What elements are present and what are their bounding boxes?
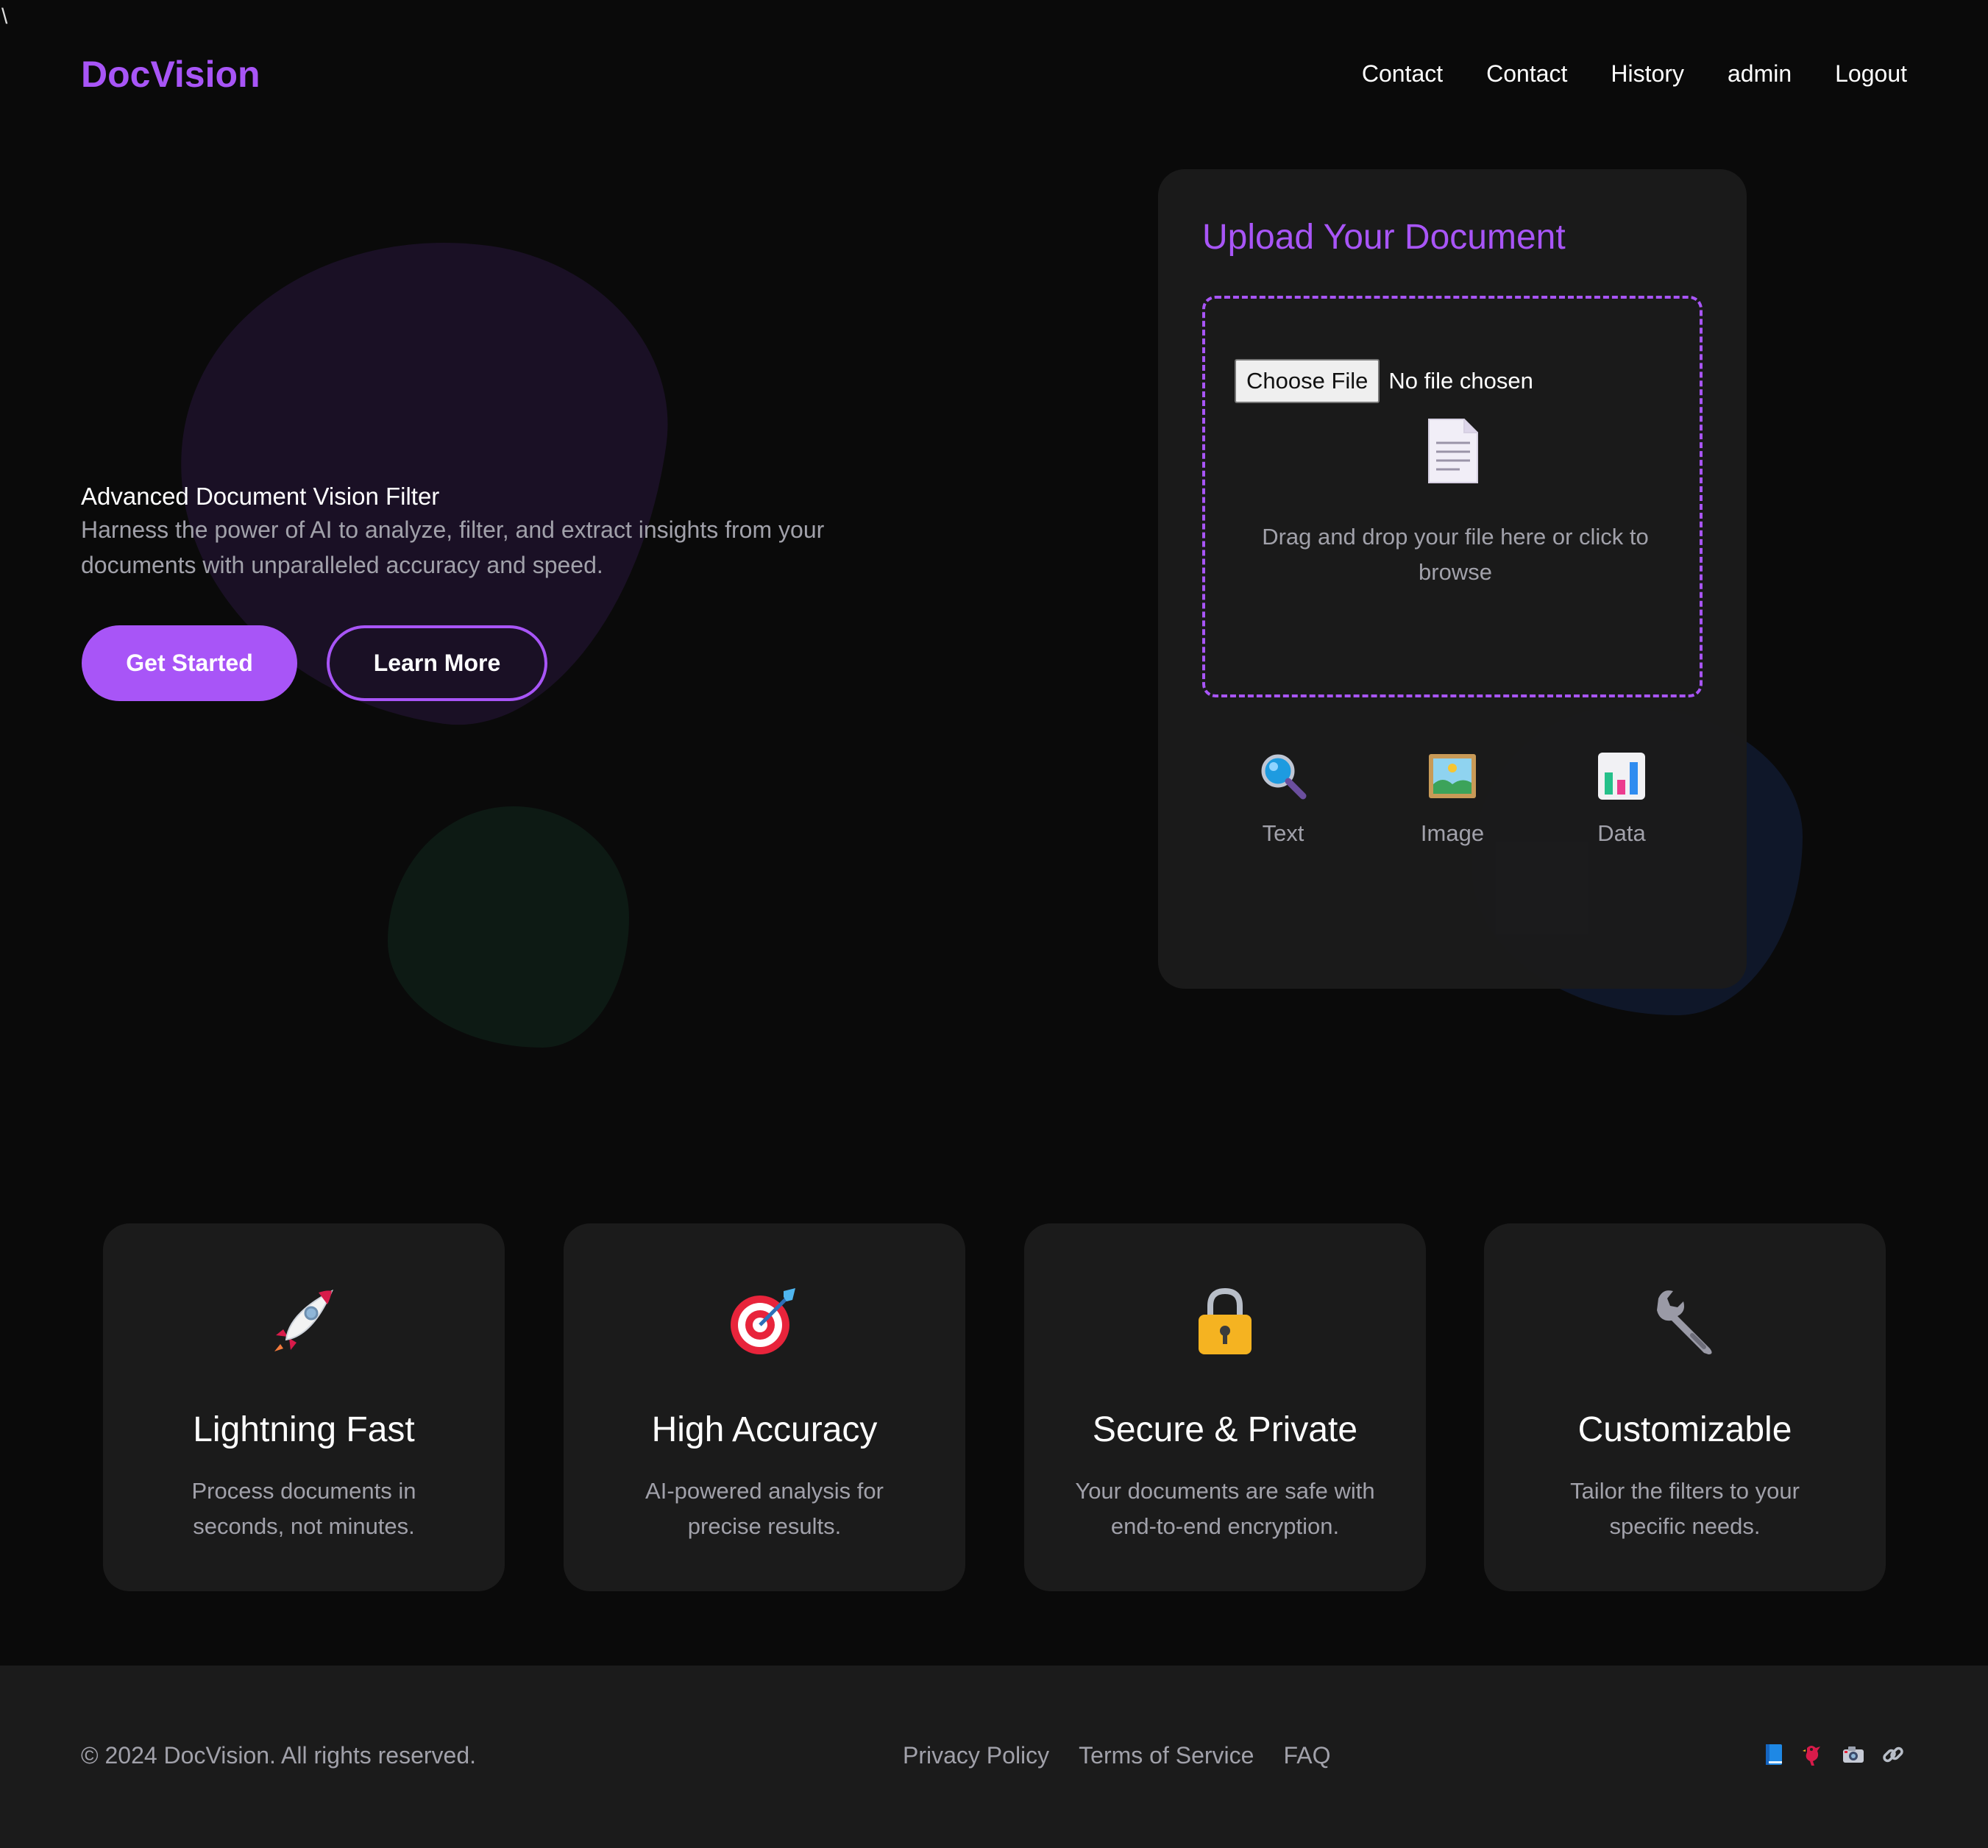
feature-card-secure: Secure & Private Your documents are safe… (1024, 1223, 1426, 1591)
hero-section: Advanced Document Vision Filter Harness … (81, 483, 861, 583)
dropzone-instructions: Drag and drop your file here or click to… (1262, 524, 1649, 585)
feature-title: Customizable (1577, 1410, 1792, 1449)
option-label-data: Data (1597, 820, 1646, 846)
target-icon (731, 1288, 795, 1354)
upload-card: Upload Your Document Choose File No file… (1158, 169, 1747, 989)
feature-card-custom: Customizable Tailor the filters to your … (1484, 1223, 1886, 1591)
copyright-text: © 2024 DocVision. All rights reserved. (81, 1742, 477, 1769)
nav-link-contact[interactable]: Contact (1362, 60, 1443, 88)
nav-link-history[interactable]: History (1611, 60, 1684, 88)
link-icon[interactable] (1881, 1742, 1906, 1767)
magnifier-icon (1261, 754, 1307, 800)
feature-description: Tailor the filters to your specific need… (1570, 1478, 1800, 1539)
file-status: No file chosen (1388, 368, 1533, 394)
upload-title: Upload Your Document (1202, 218, 1566, 257)
feature-description: AI-powered analysis for precise results. (645, 1478, 884, 1539)
feature-title: High Accuracy (651, 1410, 878, 1449)
option-label-text: Text (1262, 820, 1304, 846)
footer-link-faq[interactable]: FAQ (1283, 1742, 1330, 1769)
feature-title: Lightning Fast (193, 1410, 415, 1449)
feature-card-fast: Lightning Fast Process documents in seco… (103, 1223, 505, 1591)
nav-link-admin[interactable]: admin (1728, 60, 1792, 88)
social-links (1761, 1742, 1906, 1767)
wrench-icon (1657, 1290, 1712, 1354)
bird-icon[interactable] (1801, 1742, 1826, 1767)
option-label-image: Image (1420, 820, 1485, 846)
option-text[interactable]: Text (1232, 750, 1335, 847)
hero-buttons: Get Started Learn More (82, 625, 547, 701)
book-icon[interactable] (1761, 1742, 1786, 1767)
top-nav: Contact Contact History admin Logout (1362, 60, 1907, 88)
picture-icon (1429, 754, 1476, 798)
feature-card-accuracy: High Accuracy AI-powered analysis for pr… (564, 1223, 965, 1591)
get-started-button[interactable]: Get Started (82, 625, 297, 701)
nav-link-logout[interactable]: Logout (1835, 60, 1907, 88)
footer-link-terms[interactable]: Terms of Service (1079, 1742, 1254, 1769)
lock-icon (1199, 1287, 1252, 1354)
nav-link-contact-2[interactable]: Contact (1486, 60, 1567, 88)
option-image[interactable]: Image (1401, 750, 1504, 847)
feature-description: Your documents are safe with end-to-end … (1075, 1478, 1375, 1539)
choose-file-button[interactable]: Choose File (1235, 359, 1380, 403)
option-data[interactable]: Data (1570, 750, 1673, 847)
footer-link-privacy[interactable]: Privacy Policy (903, 1742, 1049, 1769)
brand-logo[interactable]: DocVision (81, 53, 260, 96)
hero-description: Harness the power of AI to analyze, filt… (81, 516, 825, 578)
feature-title: Secure & Private (1092, 1410, 1358, 1449)
bar-chart-icon (1598, 753, 1645, 800)
decorative-blob-green (388, 806, 629, 1048)
rocket-icon (274, 1289, 334, 1351)
analysis-options: Text Image Data (1202, 750, 1703, 847)
learn-more-button[interactable]: Learn More (327, 625, 547, 701)
feature-description: Process documents in seconds, not minute… (191, 1478, 416, 1539)
hero-title: Advanced Document Vision Filter (81, 483, 440, 510)
document-icon (1428, 419, 1478, 483)
file-input[interactable]: Choose File No file chosen (1235, 359, 1533, 403)
file-dropzone[interactable]: Choose File No file chosen Drag and drop… (1202, 296, 1703, 697)
footer-links: Privacy Policy Terms of Service FAQ (903, 1742, 1330, 1769)
stray-backslash: \ (1, 4, 8, 29)
camera-icon[interactable] (1841, 1742, 1866, 1767)
site-footer: © 2024 DocVision. All rights reserved. P… (0, 1666, 1988, 1848)
